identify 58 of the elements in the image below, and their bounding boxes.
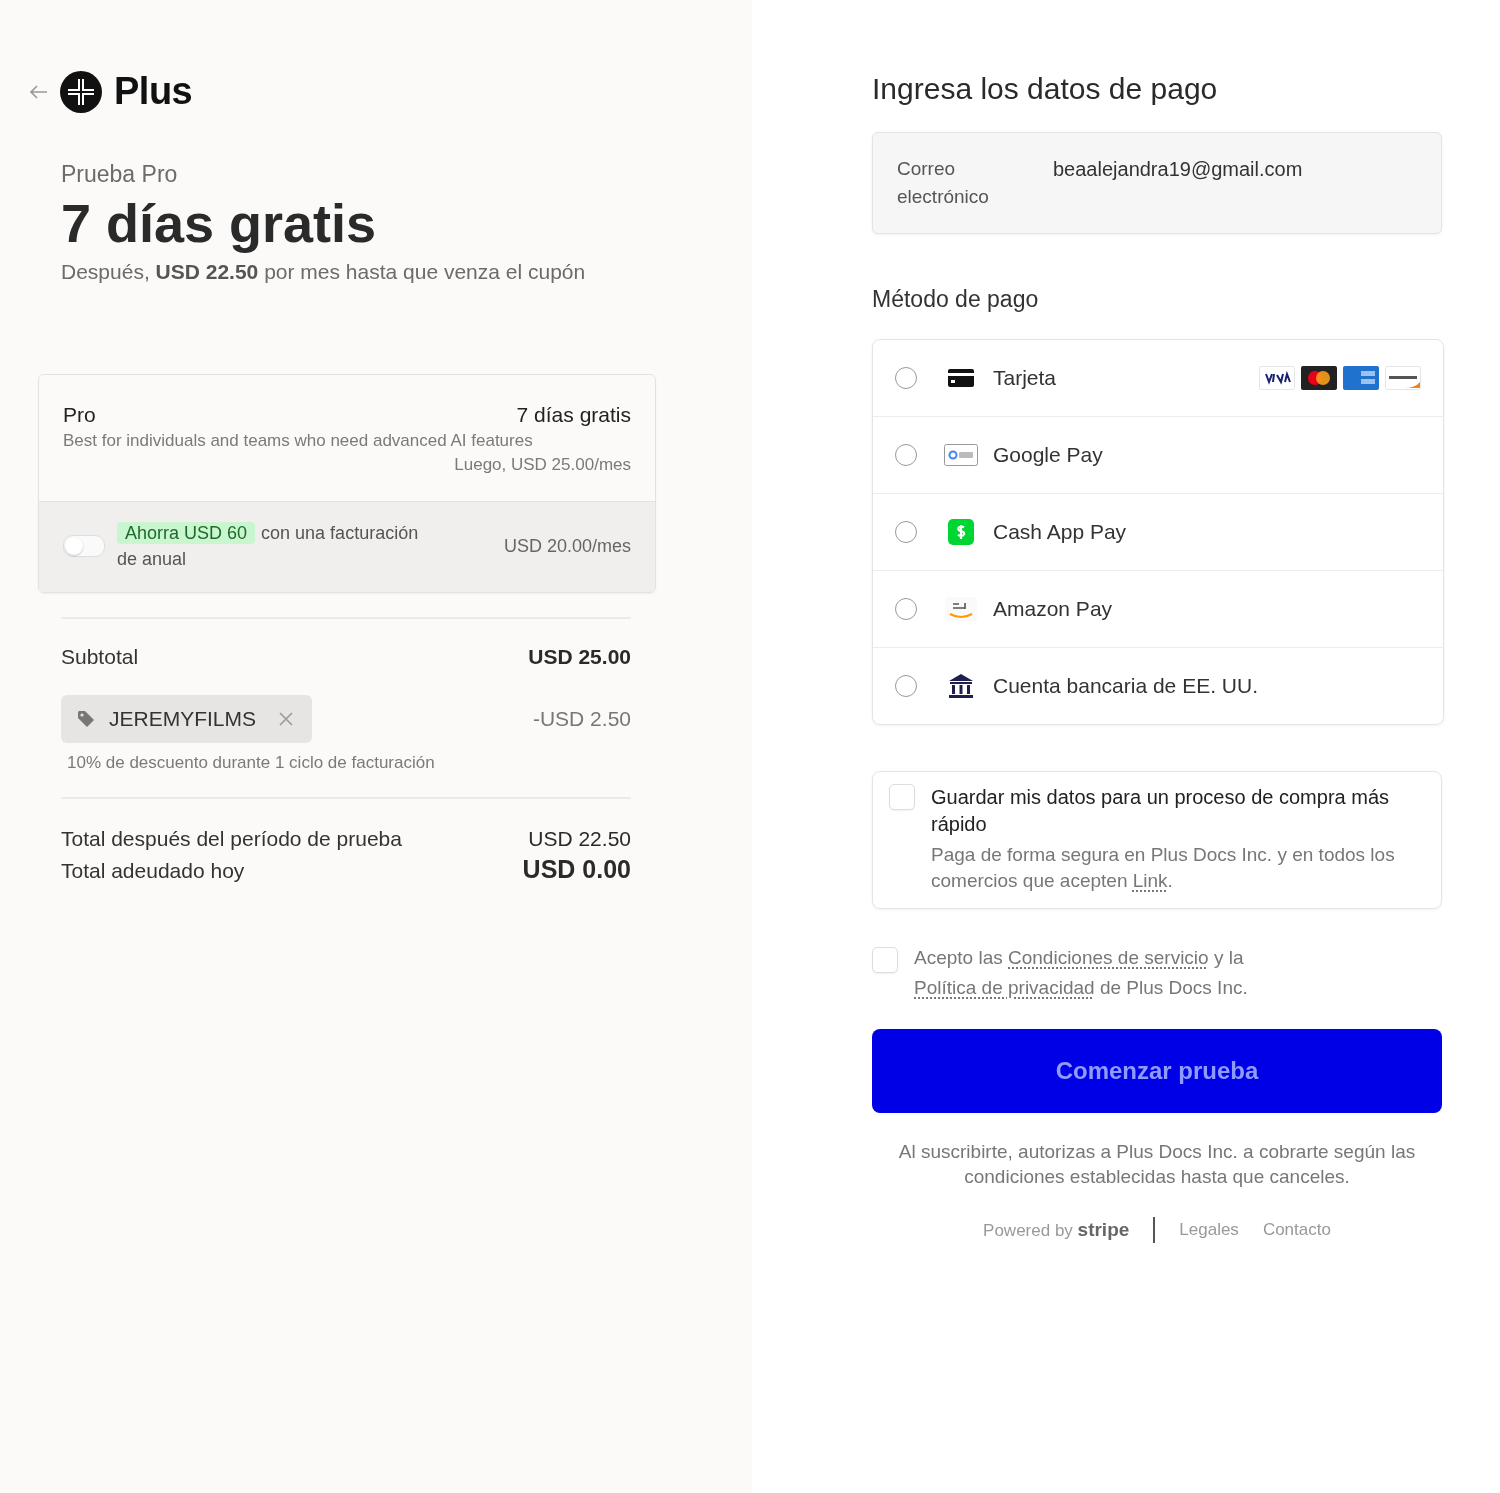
total-value: USD 22.50 <box>528 827 631 851</box>
card-brand-icon <box>1385 366 1421 390</box>
tag-icon <box>77 710 95 728</box>
back-arrow-icon[interactable] <box>30 84 48 99</box>
method-label: Amazon Pay <box>993 597 1113 621</box>
annual-price: USD 20.00/mes <box>503 535 631 557</box>
plan-eyebrow: Prueba Pro <box>61 161 179 188</box>
terms-link[interactable]: Condiciones de servicio <box>1008 947 1209 968</box>
save-details-text: Paga de forma segura en Plus Docs Inc. y en todos los comercios que acepten Link. <box>931 843 1396 893</box>
total-value: USD 0.00 <box>522 855 631 884</box>
method-label: Google Pay <box>993 443 1103 467</box>
credit-card-icon <box>948 369 974 387</box>
method-label: Cuenta bancaria de EE. UU. <box>993 674 1258 698</box>
subtotal-value: USD 25.00 <box>528 645 631 669</box>
checkbox[interactable] <box>889 784 915 810</box>
start-trial-button[interactable]: Comenzar prueba <box>872 1029 1442 1113</box>
subtotal-label: Subtotal <box>61 645 139 669</box>
card-brand-icon <box>1259 366 1295 390</box>
logo-icon <box>60 70 102 113</box>
method-label: Tarjeta <box>993 366 1057 390</box>
method-label: Cash App Pay <box>993 520 1127 544</box>
checkbox[interactable] <box>872 947 898 973</box>
terms-text: Acepto las Condiciones de servicio y la Política de privacidad de Plus Docs Inc. <box>914 946 1249 1000</box>
bank-icon <box>948 673 974 699</box>
card-brand-icon <box>1301 366 1337 390</box>
payment-method-option[interactable]: Google Pay <box>873 416 1443 493</box>
coupon-note: 10% de descuento durante 1 ciclo de facturación <box>67 753 436 773</box>
discount-amount: -USD 2.50 <box>532 707 631 731</box>
payment-title: Ingresa los datos de pago <box>872 72 1219 106</box>
link[interactable]: Link <box>1132 870 1168 891</box>
card-brand-icon <box>1343 366 1379 390</box>
close-icon[interactable] <box>278 711 295 727</box>
powered-by-text: Powered by stripe <box>983 1219 1130 1241</box>
email-label: Correo electrónico <box>897 157 990 209</box>
payment-method-option[interactable]: Amazon Pay <box>873 570 1443 647</box>
payment-method-option[interactable]: Cash App Pay <box>873 493 1443 570</box>
payment-method-option[interactable]: Cuenta bancaria de EE. UU. <box>873 647 1443 724</box>
brand-name: Plus <box>114 70 193 113</box>
email-field[interactable]: Correo electrónico beaalejandra19@gmail.com <box>872 132 1442 234</box>
terms-link[interactable]: Política de privacidad <box>914 977 1095 998</box>
annual-toggle[interactable] <box>63 535 105 557</box>
payment-method-option[interactable]: Tarjeta <box>873 340 1443 416</box>
save-details-title: Guardar mis datos para un proceso de compra más rápido <box>931 785 1390 837</box>
trial-note: Después, USD 22.50 por mes hasta que venza el cupón <box>61 260 587 284</box>
method-heading: Método de pago <box>872 286 1040 313</box>
disclaimer-text: Al suscribirte, autorizas a Plus Docs Inc. a cobrarte según las condiciones establecidas hasta que canceles. <box>897 1140 1417 1189</box>
annual-billing-text: Ahorra USD 60 con una facturación de anual <box>117 521 420 571</box>
trial-headline: 7 días gratis <box>61 192 378 254</box>
plan-description: Best for individuals and teams who need advanced AI features <box>63 431 534 451</box>
dollar-icon <box>948 519 974 545</box>
plan-later-price: Luego, USD 25.00/mes <box>453 455 631 475</box>
plan-trial: 7 días gratis <box>516 403 631 427</box>
total-label: Total después del período de prueba <box>61 827 402 851</box>
coupon-code: JEREMYFILMS <box>109 707 257 731</box>
wallet-logo-icon <box>944 444 978 466</box>
total-label: Total adeudado hoy <box>61 859 245 883</box>
plan-name: Pro <box>63 403 96 427</box>
email-value: beaalejandra19@gmail.com <box>1053 157 1303 182</box>
